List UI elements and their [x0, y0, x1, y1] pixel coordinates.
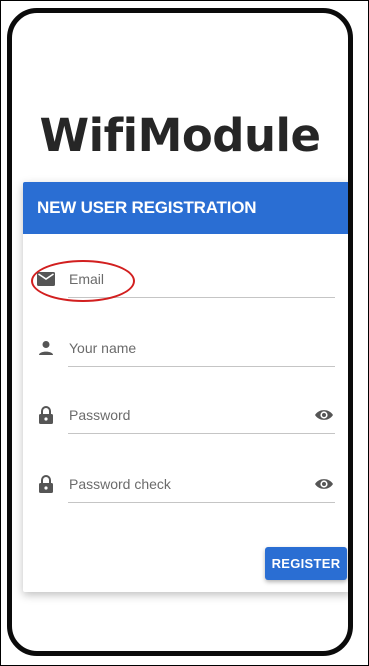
email-placeholder: Email	[69, 271, 105, 287]
password-check-placeholder: Password check	[69, 476, 171, 492]
screenshot-frame: WifiModule NEW USER REGISTRATION Email Y…	[0, 0, 369, 666]
card-header: NEW USER REGISTRATION	[23, 182, 348, 234]
eye-icon[interactable]	[313, 404, 335, 426]
password-placeholder: Password	[69, 407, 131, 423]
password-check-field[interactable]: Password check	[37, 471, 335, 503]
email-input[interactable]: Email	[68, 266, 335, 298]
register-button[interactable]: REGISTER	[265, 547, 347, 580]
name-input[interactable]: Your name	[68, 335, 335, 367]
registration-card: NEW USER REGISTRATION Email Your name Pa…	[23, 182, 348, 592]
person-icon	[37, 339, 55, 357]
password-input[interactable]: Password	[68, 402, 335, 434]
eye-icon[interactable]	[313, 473, 335, 495]
lock-icon	[37, 475, 55, 493]
password-check-input[interactable]: Password check	[68, 471, 335, 503]
mail-icon	[37, 270, 55, 288]
name-field[interactable]: Your name	[37, 335, 335, 367]
name-placeholder: Your name	[69, 340, 137, 356]
lock-icon	[37, 406, 55, 424]
password-field[interactable]: Password	[37, 402, 335, 434]
email-field[interactable]: Email	[37, 266, 335, 298]
phone-device: WifiModule NEW USER REGISTRATION Email Y…	[7, 8, 353, 656]
app-title: WifiModule	[39, 109, 321, 162]
